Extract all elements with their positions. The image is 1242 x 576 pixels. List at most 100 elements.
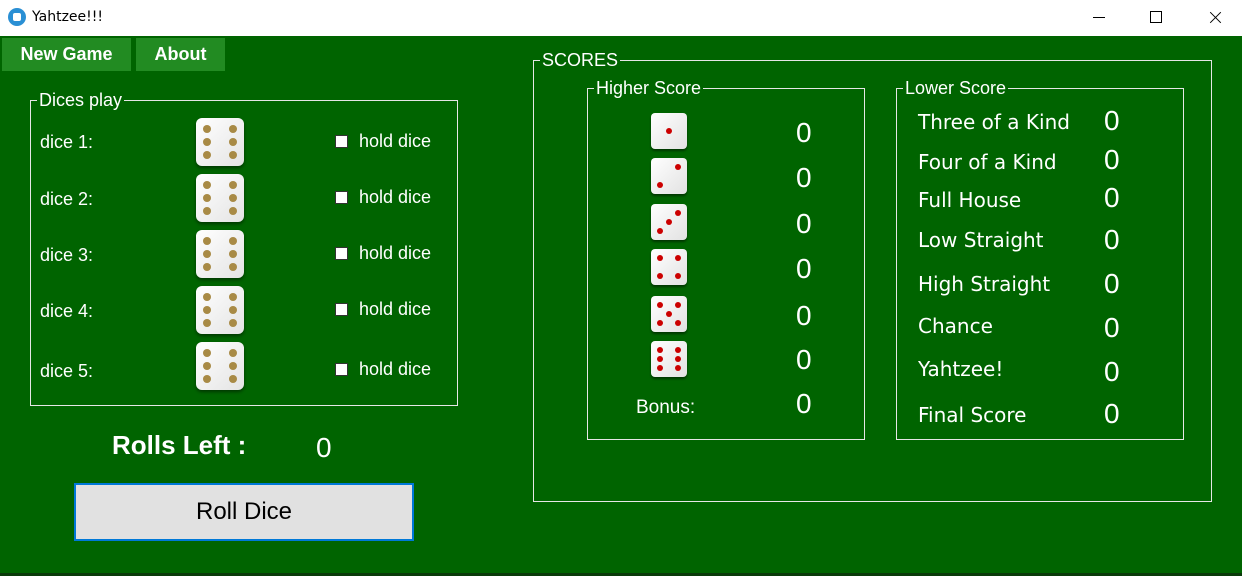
about-button[interactable]: About xyxy=(136,38,225,71)
die-pip xyxy=(229,138,237,146)
dice-5-label: dice 5: xyxy=(40,361,94,381)
die-pip xyxy=(203,151,211,159)
die-pip xyxy=(657,273,663,279)
dice-2-label: dice 2: xyxy=(40,189,94,209)
die-pip xyxy=(657,228,663,234)
die-pip xyxy=(666,128,672,134)
threes-score: 0 xyxy=(796,208,812,239)
higher-score-title: Higher Score xyxy=(594,77,704,99)
die-pip xyxy=(675,347,681,353)
minimize-button[interactable] xyxy=(1071,0,1129,36)
die-pip xyxy=(229,181,237,189)
fives-die-icon xyxy=(651,296,687,332)
die-pip xyxy=(229,237,237,245)
hold-dice-1-checkbox[interactable] xyxy=(335,135,348,148)
dice-4-die xyxy=(196,286,244,334)
dice-1-die xyxy=(196,118,244,166)
die-pip xyxy=(229,362,237,370)
die-pip xyxy=(657,347,663,353)
die-pip xyxy=(203,293,211,301)
die-pip xyxy=(675,302,681,308)
bonus-label: Bonus: xyxy=(636,397,696,418)
new-game-button[interactable]: New Game xyxy=(2,38,131,71)
die-pip xyxy=(203,250,211,258)
chance-score: 0 xyxy=(1104,312,1120,343)
die-pip xyxy=(675,255,681,261)
app-icon xyxy=(8,8,26,26)
full-house-label: Full House xyxy=(918,188,1022,212)
sixes-die-icon xyxy=(651,341,687,377)
die-pip xyxy=(229,151,237,159)
die-pip xyxy=(675,273,681,279)
scores-title: SCORES xyxy=(540,49,621,71)
die-pip xyxy=(229,125,237,133)
die-pip xyxy=(229,250,237,258)
hold-dice-2-label[interactable]: hold dice xyxy=(359,187,431,208)
hold-dice-4-checkbox[interactable] xyxy=(335,303,348,316)
bonus-score: 0 xyxy=(796,388,812,419)
die-pip xyxy=(675,365,681,371)
hold-dice-4-label[interactable]: hold dice xyxy=(359,299,431,320)
final-score-value: 0 xyxy=(1104,398,1120,429)
die-pip xyxy=(203,125,211,133)
die-pip xyxy=(229,293,237,301)
dice-3-die xyxy=(196,230,244,278)
four-of-a-kind-label: Four of a Kind xyxy=(918,150,1057,174)
dice-1-label: dice 1: xyxy=(40,132,94,152)
high-straight-label: High Straight xyxy=(918,272,1051,296)
three-of-a-kind-label: Three of a Kind xyxy=(918,110,1070,134)
dice-2-die xyxy=(196,174,244,222)
threes-die-icon xyxy=(651,204,687,240)
die-pip xyxy=(657,320,663,326)
die-pip xyxy=(229,375,237,383)
die-pip xyxy=(203,319,211,327)
dices-play-title: Dices play xyxy=(37,89,125,111)
die-pip xyxy=(203,306,211,314)
hold-dice-3-label[interactable]: hold dice xyxy=(359,243,431,264)
close-button[interactable] xyxy=(1186,0,1242,36)
die-pip xyxy=(203,263,211,271)
window-title: Yahtzee!!! xyxy=(32,9,103,25)
higher-score-group: Higher Score xyxy=(587,77,865,440)
die-pip xyxy=(203,237,211,245)
die-pip xyxy=(203,181,211,189)
die-pip xyxy=(229,194,237,202)
title-bar: Yahtzee!!! xyxy=(0,0,1242,36)
die-pip xyxy=(675,320,681,326)
die-pip xyxy=(657,356,663,362)
dice-4-label: dice 4: xyxy=(40,301,94,321)
ones-die-icon xyxy=(651,113,687,149)
die-pip xyxy=(203,362,211,370)
rolls-left-value: 0 xyxy=(316,432,332,463)
die-pip xyxy=(203,375,211,383)
hold-dice-5-checkbox[interactable] xyxy=(335,363,348,376)
hold-dice-2-checkbox[interactable] xyxy=(335,191,348,204)
roll-dice-button[interactable]: Roll Dice xyxy=(74,483,414,541)
hold-dice-1-label[interactable]: hold dice xyxy=(359,131,431,152)
lower-score-title: Lower Score xyxy=(903,77,1009,99)
die-pip xyxy=(229,306,237,314)
twos-die-icon xyxy=(651,158,687,194)
high-straight-score: 0 xyxy=(1104,268,1120,299)
dice-5-die xyxy=(196,342,244,390)
hold-dice-5-label[interactable]: hold dice xyxy=(359,359,431,380)
maximize-button[interactable] xyxy=(1128,0,1186,36)
die-pip xyxy=(229,263,237,271)
fives-score: 0 xyxy=(796,300,812,331)
die-pip xyxy=(203,349,211,357)
die-pip xyxy=(229,319,237,327)
low-straight-label: Low Straight xyxy=(918,228,1044,252)
die-pip xyxy=(657,255,663,261)
chance-label: Chance xyxy=(918,314,993,338)
die-pip xyxy=(657,182,663,188)
full-house-score: 0 xyxy=(1104,182,1120,213)
final-score-label: Final Score xyxy=(918,403,1027,427)
die-pip xyxy=(203,207,211,215)
die-pip xyxy=(203,138,211,146)
sixes-score: 0 xyxy=(796,344,812,375)
hold-dice-3-checkbox[interactable] xyxy=(335,247,348,260)
yahtzee-label: Yahtzee! xyxy=(918,357,1004,381)
die-pip xyxy=(675,164,681,170)
three-of-a-kind-score: 0 xyxy=(1104,105,1120,136)
yahtzee-score: 0 xyxy=(1104,356,1120,387)
